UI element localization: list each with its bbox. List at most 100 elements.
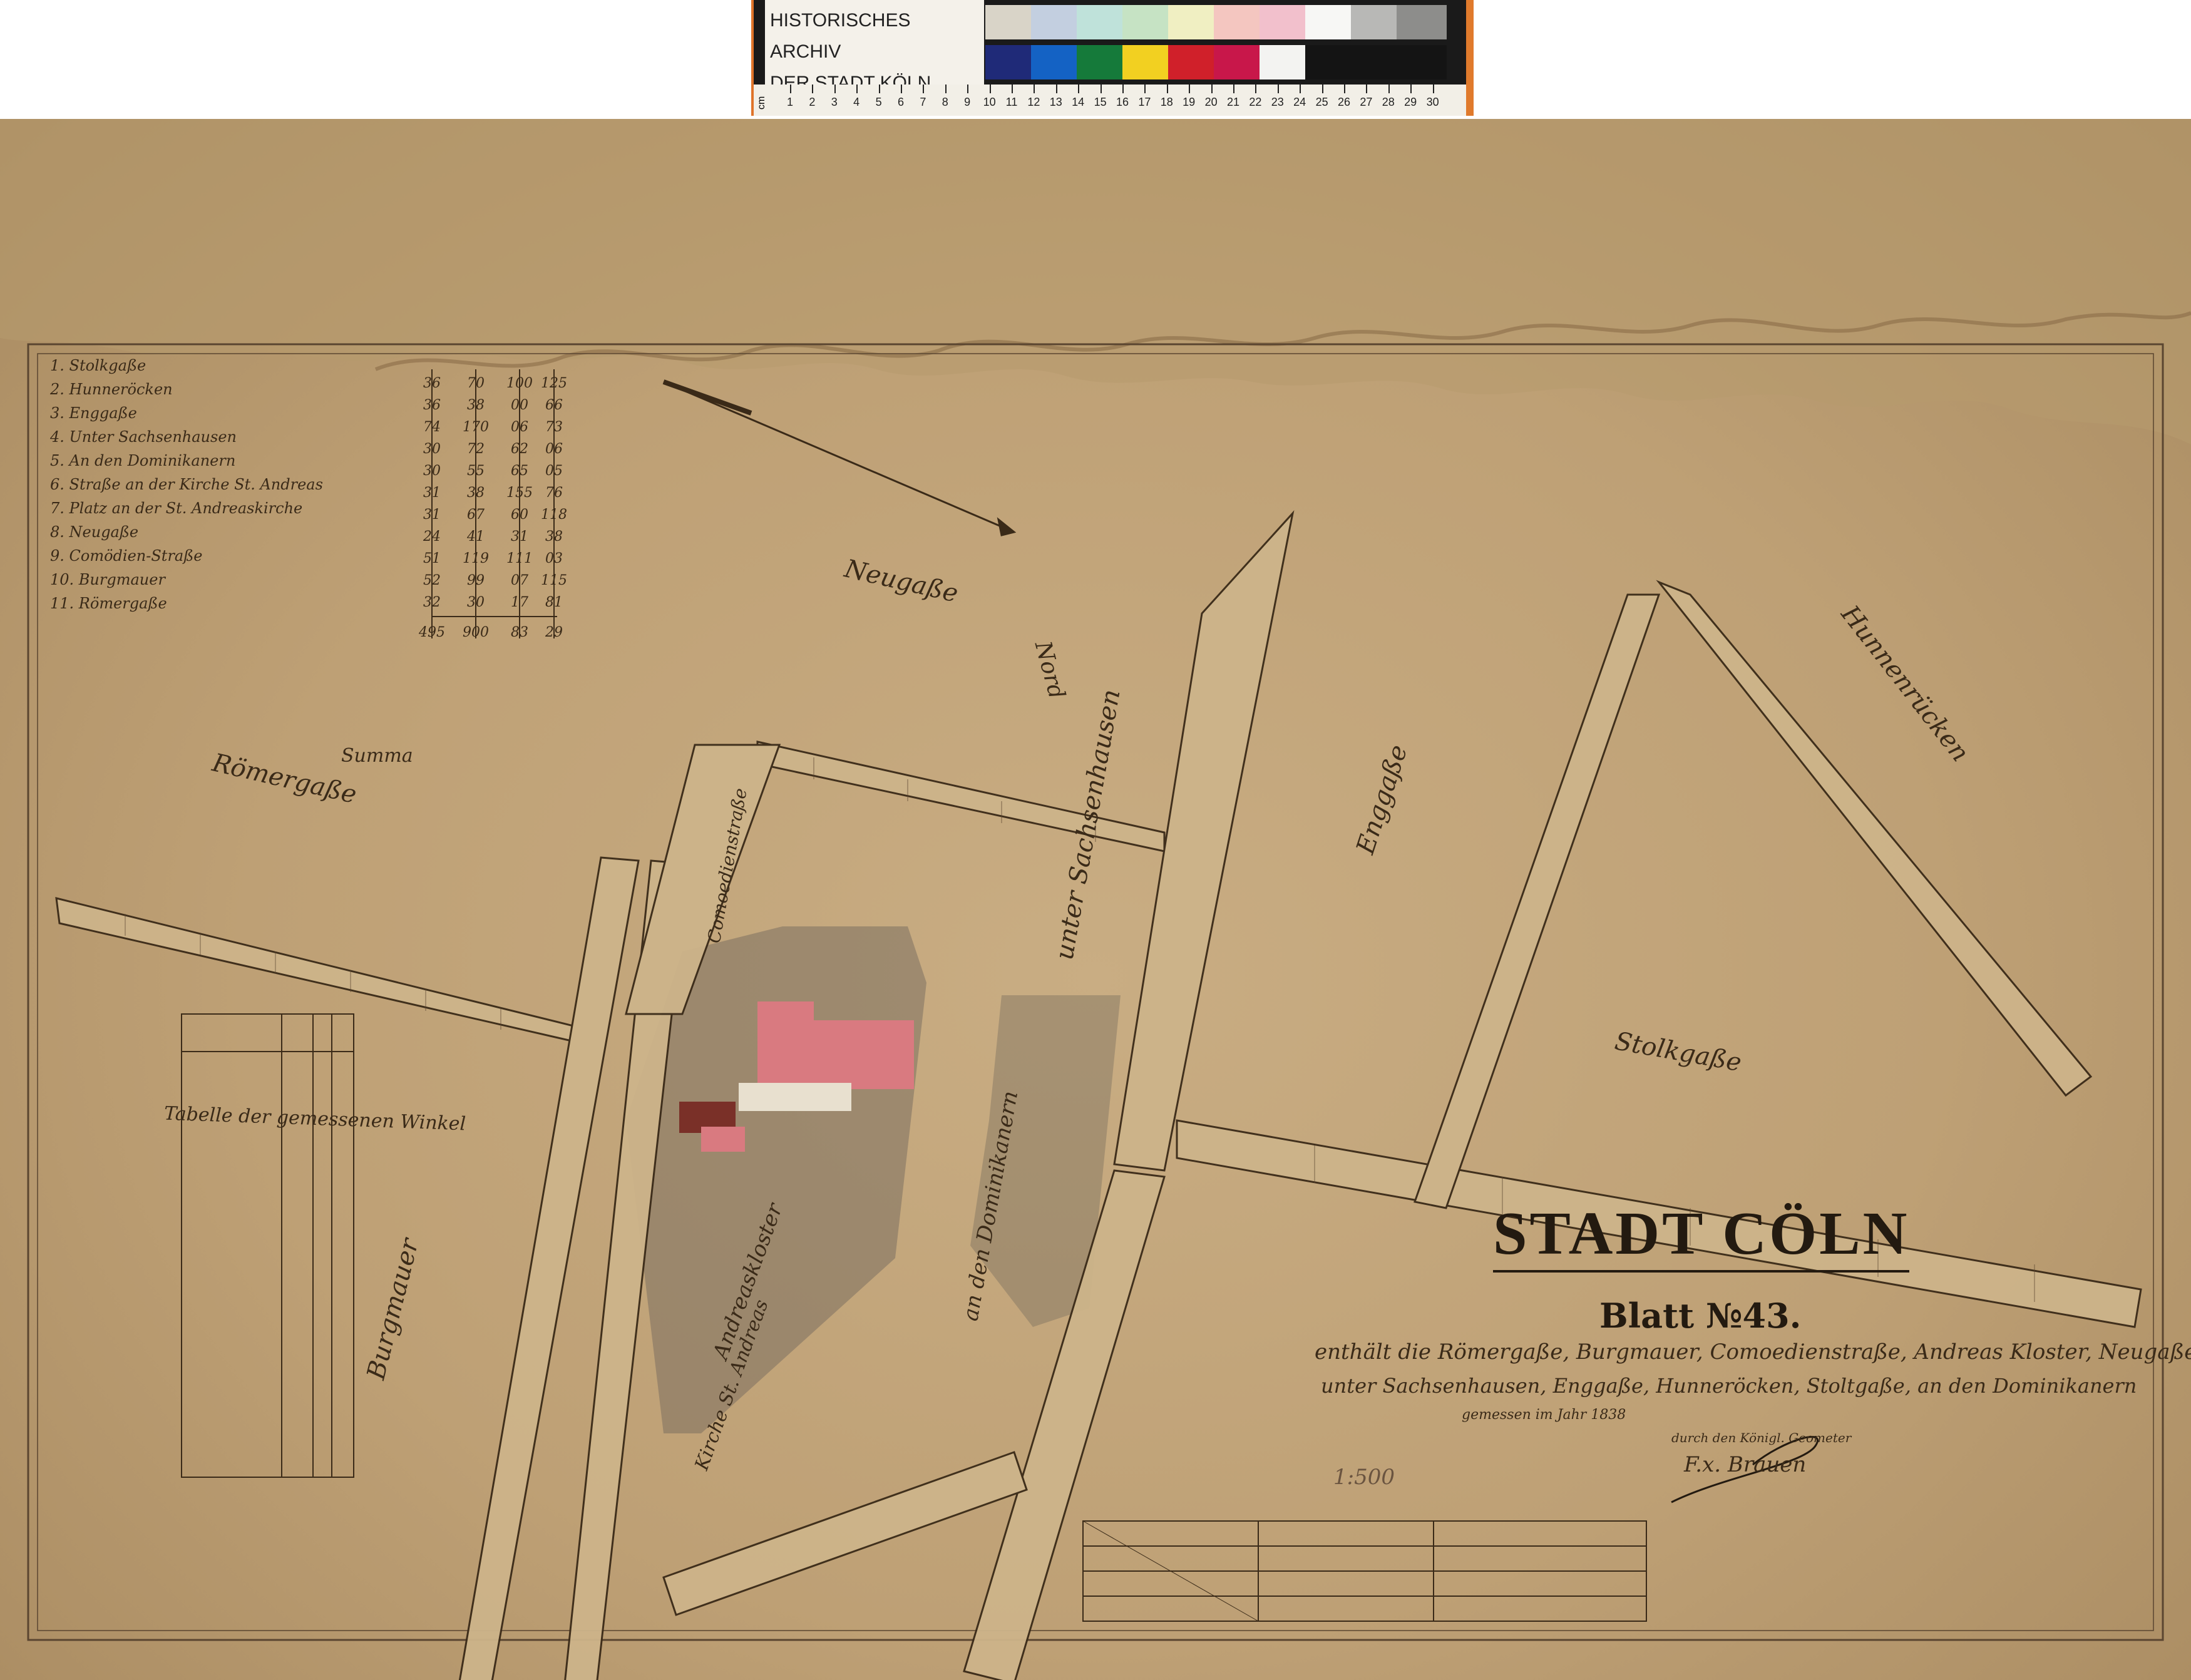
ruler-number: 12	[1027, 96, 1040, 108]
ruler-number: 4	[853, 96, 860, 108]
calibration-swatch-bottom	[1077, 45, 1127, 79]
ruler-number: 13	[1049, 96, 1062, 108]
index-number-cell: 31	[423, 507, 441, 523]
index-street-name: 11. Römergaße	[50, 595, 167, 612]
archive-label-line1: HISTORISCHES ARCHIV	[770, 10, 911, 62]
index-number-cell: 111	[506, 551, 533, 566]
ruler-tick	[1410, 85, 1412, 93]
index-number-cell: 06	[511, 419, 528, 435]
ruler-tick	[1122, 85, 1124, 93]
map-title: STADT CÖLN	[1493, 1199, 1910, 1273]
calibration-swatch-bottom	[1031, 45, 1081, 79]
index-number-cell: 30	[423, 441, 441, 457]
ruler-number: 2	[809, 96, 816, 108]
color-swatches	[985, 5, 1447, 81]
ruler-tick	[1012, 85, 1013, 93]
summa-number-cell: 900	[463, 625, 489, 640]
angle-table-lines	[181, 1013, 354, 1478]
ruler-tick	[878, 85, 880, 93]
calibration-swatch-bottom	[1305, 45, 1355, 79]
index-number-cell: 70	[467, 376, 485, 391]
ruler-number: 20	[1204, 96, 1218, 108]
ruler-number: 23	[1271, 96, 1284, 108]
ruler-tick	[1055, 85, 1057, 93]
index-street-name: 8. Neugaße	[50, 523, 139, 541]
ruler-tick	[812, 85, 814, 93]
surveyor-credit: durch den Königl. Geometer	[1671, 1430, 1852, 1445]
calibration-swatch-top	[1260, 5, 1310, 39]
ruler-number: 18	[1160, 96, 1173, 108]
ruler-tick	[1189, 85, 1191, 93]
index-number-cell: 72	[467, 441, 485, 457]
water-stain	[0, 119, 2191, 444]
building-pink-1	[757, 1001, 814, 1083]
index-number-cell: 24	[423, 529, 441, 545]
ruler-number: 1	[786, 96, 793, 108]
ruler-number: 17	[1138, 96, 1151, 108]
index-number-cell: 06	[545, 441, 563, 457]
parchment-map: 1. Stolkgaße 2. Hunneröcken 3. Enggaße 4. U…	[0, 119, 2191, 1680]
map-border	[27, 343, 2164, 1641]
index-number-cell: 155	[506, 485, 533, 501]
contents-line-1: enthält die Römergaße, Burgmauer, Comoed…	[1315, 1339, 2191, 1365]
index-number-cell: 170	[463, 419, 489, 435]
ruler-number: 3	[831, 96, 838, 108]
ruler-tick	[834, 85, 836, 93]
building-pink-3	[701, 1127, 745, 1152]
ruler-number: 24	[1293, 96, 1306, 108]
street-plan-drawing	[0, 119, 2191, 1680]
calibration-swatch-top	[1122, 5, 1172, 39]
index-number-cell: 38	[467, 485, 485, 501]
ruler-tick	[856, 85, 858, 93]
index-number-cell: 76	[545, 485, 563, 501]
index-number-cell: 125	[541, 376, 567, 391]
index-number-cell: 36	[423, 376, 441, 391]
ruler-number: 9	[964, 96, 971, 108]
index-number-cell: 31	[423, 485, 441, 501]
calibration-swatch-top	[1168, 5, 1218, 39]
calibration-swatch-top	[1031, 5, 1081, 39]
cm-ruler: cm 1 2 3 4 5 6 7 8 9 10 11 12 13 14 15 16 17 18 19 20 21 22 23…	[754, 85, 1466, 116]
calibration-swatch-top	[1077, 5, 1127, 39]
index-street-name: 6. Straße an der Kirche St. Andreas	[50, 476, 323, 493]
ruler-number: 16	[1116, 96, 1129, 108]
ruler-tick	[1344, 85, 1345, 93]
ruler-tick	[1211, 85, 1213, 93]
north-arrow	[662, 379, 1017, 536]
ruler-number: 22	[1249, 96, 1262, 108]
index-street-name: 10. Burgmauer	[50, 571, 165, 588]
contents-line-2: unter Sachsenhausen, Enggaße, Hunneröcke…	[1321, 1374, 2137, 1398]
building-pink-2	[814, 1020, 914, 1089]
summa-number-cell: 29	[545, 625, 563, 640]
ruler-tick	[923, 85, 925, 93]
building-white	[739, 1083, 851, 1111]
ruler-tick	[1078, 85, 1080, 93]
sheet-number: Blatt №43.	[1599, 1296, 1802, 1336]
ruler-tick	[1144, 85, 1146, 93]
index-street-name: 5. An den Dominikanern	[50, 452, 236, 469]
calibration-swatch-top	[1351, 5, 1401, 39]
calibration-swatch-top	[1397, 5, 1447, 39]
index-street-name: 7. Platz an der St. Andreaskirche	[50, 499, 303, 517]
ruler-number: 6	[897, 96, 904, 108]
index-number-cell: 74	[423, 419, 441, 435]
measured-year: gemessen im Jahr 1838	[1462, 1407, 1626, 1423]
ruler-number: 15	[1094, 96, 1107, 108]
ruler-number: 25	[1315, 96, 1328, 108]
ruler-tick	[1034, 85, 1035, 93]
index-number-cell: 119	[463, 551, 489, 566]
ruler-number: 11	[1005, 96, 1018, 108]
ruler-number: 26	[1337, 96, 1351, 108]
ruler-number: 29	[1404, 96, 1417, 108]
ruler-number: 30	[1426, 96, 1439, 108]
index-number-cell: 41	[467, 529, 485, 545]
calibration-swatch-top	[1305, 5, 1355, 39]
index-street-name: 2. Hunneröcken	[50, 381, 173, 398]
index-number-cell: 51	[423, 551, 441, 566]
index-number-cell: 99	[467, 573, 485, 588]
index-number-cell: 52	[423, 573, 441, 588]
calibration-swatch-bottom	[1168, 45, 1218, 79]
index-number-cell: 118	[541, 507, 567, 523]
calibration-swatch-bottom	[1351, 45, 1401, 79]
index-number-cell: 17	[511, 595, 528, 610]
